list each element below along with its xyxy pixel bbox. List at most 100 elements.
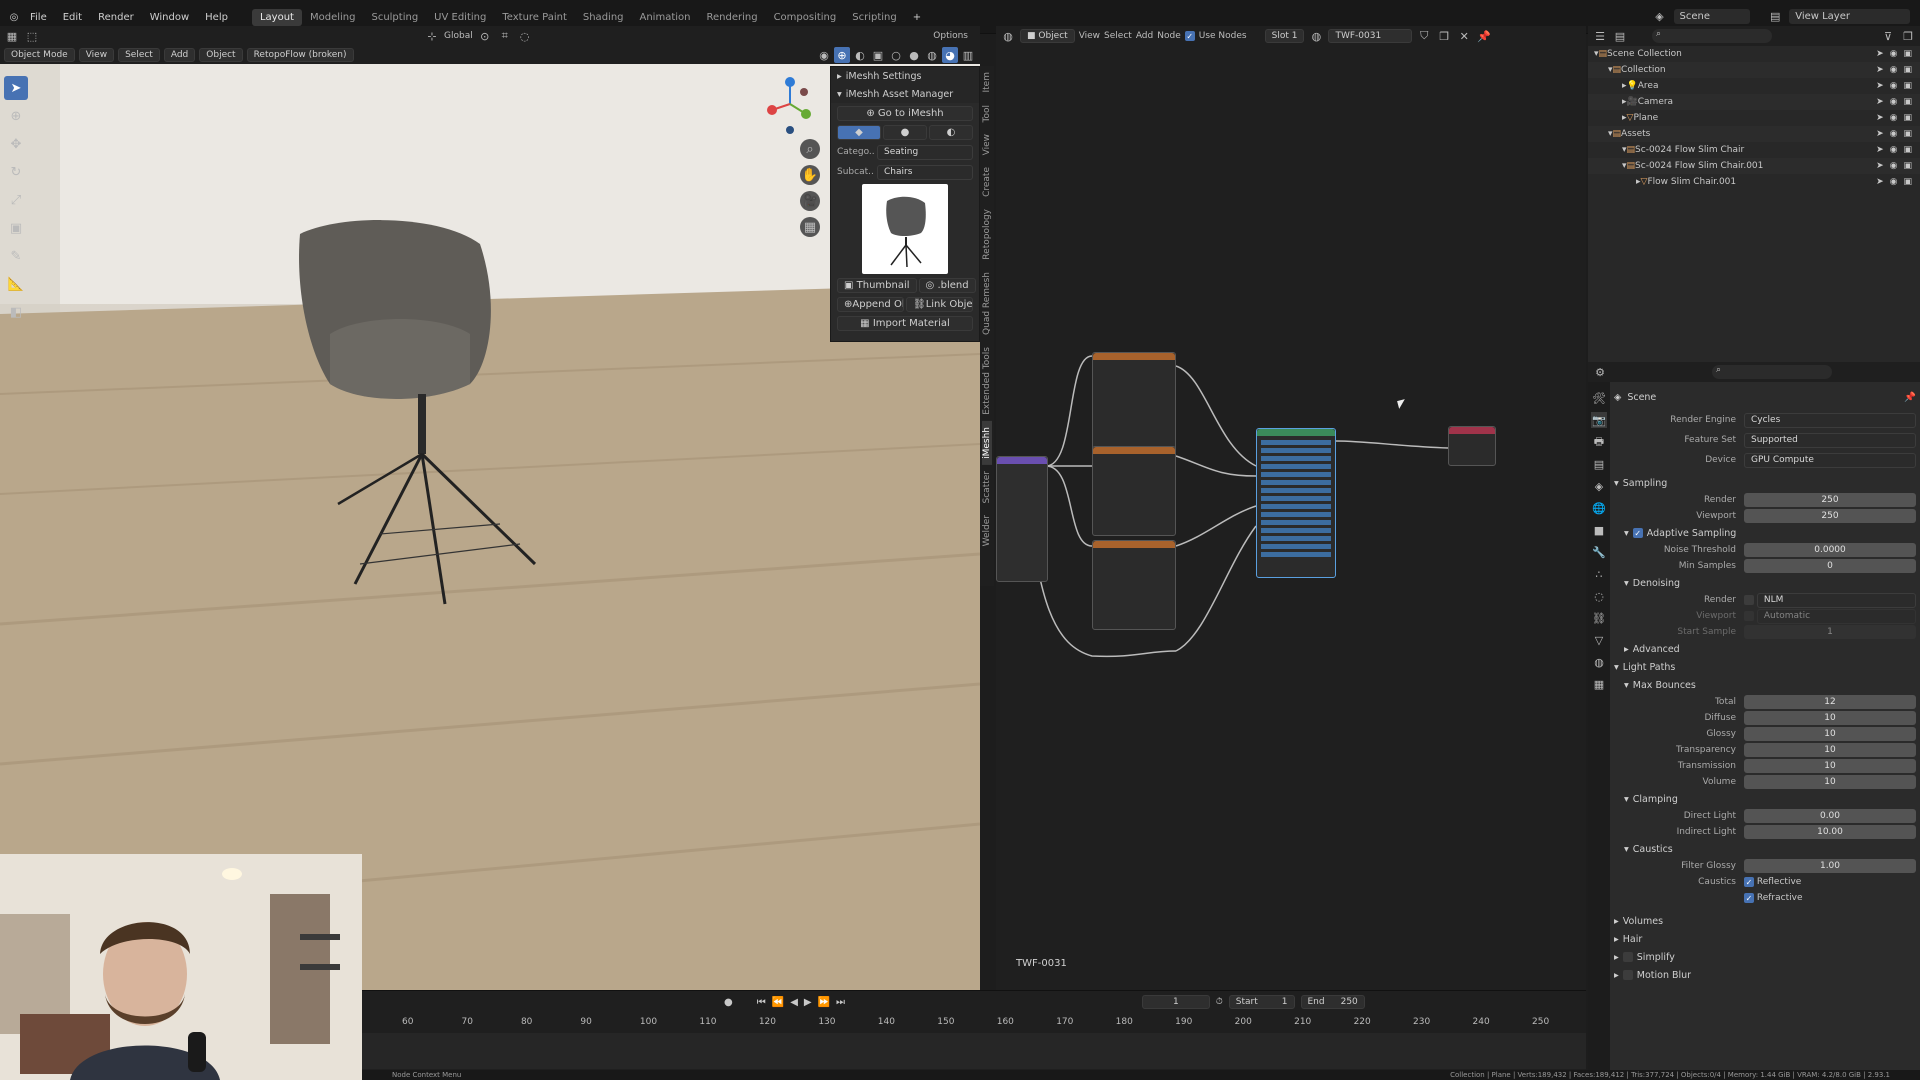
advanced-header[interactable]: ▸ Advanced (1614, 640, 1916, 658)
reflective-checkbox[interactable]: ✓ (1744, 877, 1754, 887)
sidebar-tab-extended-tools[interactable]: Extended Tools (982, 341, 992, 421)
select-box-icon[interactable]: ⬚ (24, 28, 40, 44)
node-menu[interactable]: Node (1157, 31, 1181, 41)
materials-tab-icon[interactable]: ● (883, 125, 927, 140)
link-object-button[interactable]: ⛓Link Object (906, 297, 973, 312)
sidebar-tab-create[interactable]: Create (982, 161, 992, 203)
view-layer-name[interactable]: View Layer (1789, 8, 1910, 24)
denoising-header[interactable]: ▾ Denoising (1614, 574, 1916, 592)
scene-tab-icon[interactable]: ◈ (1591, 478, 1607, 494)
adaptive-sampling-checkbox[interactable]: ✓ (1632, 528, 1643, 538)
options-dropdown[interactable]: Options (933, 31, 968, 41)
select-tool-icon[interactable]: ➤ (4, 76, 28, 100)
outliner-item[interactable]: ▾ ▤ Assets ➤ ◉ ▣ (1588, 126, 1920, 142)
eye-icon[interactable]: ◉ (1890, 145, 1898, 155)
shading-solid-icon[interactable]: ● (906, 47, 922, 63)
object-mode-dropdown[interactable]: Object Mode (4, 48, 75, 62)
min-samples-field[interactable]: 0 (1744, 559, 1916, 573)
menu-render[interactable]: Render (90, 12, 142, 23)
ortho-toggle-icon[interactable]: ▦ (800, 217, 820, 237)
select-icon[interactable]: ➤ (1876, 97, 1884, 107)
object-menu[interactable]: Object (199, 48, 243, 62)
sidebar-tab-tool[interactable]: Tool (982, 99, 992, 128)
texture-coordinate-node[interactable] (996, 456, 1048, 582)
render-icon[interactable]: ▣ (1903, 97, 1912, 107)
overlay-icon[interactable]: ◐ (852, 47, 868, 63)
outliner-item[interactable]: ▾ ▤ Scene Collection ➤ ◉ ▣ (1588, 46, 1920, 62)
world-tab-icon[interactable]: 🌐 (1591, 500, 1607, 516)
render-icon[interactable]: ▣ (1903, 145, 1912, 155)
sidebar-tab-scatter[interactable]: Scatter (982, 465, 992, 509)
object-tab-icon[interactable]: ■ (1591, 522, 1607, 538)
outliner-item[interactable]: ▾ ▤ Sc-0024 Flow Slim Chair ➤ ◉ ▣ (1588, 142, 1920, 158)
node-select-menu[interactable]: Select (1104, 31, 1132, 41)
clamping-header[interactable]: ▾ Clamping (1614, 790, 1916, 808)
select-icon[interactable]: ➤ (1876, 65, 1884, 75)
jump-end-icon[interactable]: ⏭ (836, 997, 845, 1008)
render-tab-icon[interactable]: 📷 (1591, 412, 1607, 428)
select-icon[interactable]: ➤ (1876, 49, 1884, 59)
workspace-tab-animation[interactable]: Animation (632, 9, 699, 26)
proportional-edit-icon[interactable]: ◌ (517, 28, 533, 44)
shading-material-icon[interactable]: ◍ (924, 47, 940, 63)
render-icon[interactable]: ▣ (1903, 49, 1912, 59)
transform-orientation-icon[interactable]: ⊹ (424, 28, 440, 44)
start-frame-field[interactable]: Start 1 (1228, 995, 1295, 1009)
eye-icon[interactable]: ◉ (1890, 177, 1898, 187)
render-icon[interactable]: ▣ (1903, 65, 1912, 75)
render-icon[interactable]: ▣ (1903, 113, 1912, 123)
denoise-viewport-dropdown[interactable]: Automatic (1756, 608, 1916, 624)
menu-window[interactable]: Window (142, 12, 197, 23)
workspace-tab-compositing[interactable]: Compositing (766, 9, 845, 26)
timeline-ruler[interactable]: 60 70 80 90 100 110 120 130 140 150 160 170 180 190 20… (362, 1013, 1586, 1033)
end-frame-field[interactable]: End 250 (1300, 995, 1365, 1009)
workspace-tab-modeling[interactable]: Modeling (302, 9, 364, 26)
record-icon[interactable]: ● (724, 997, 733, 1008)
annotate-tool-icon[interactable]: ✎ (4, 244, 28, 268)
image-texture-node-1[interactable] (1092, 352, 1176, 452)
sidebar-tab-quad-remesh[interactable]: Quad Remesh (982, 266, 992, 341)
denoise-render-checkbox[interactable] (1744, 595, 1754, 605)
light-paths-header[interactable]: ▾ Light Paths (1614, 658, 1916, 676)
jump-start-icon[interactable]: ⏮ (757, 997, 766, 1008)
output-tab-icon[interactable]: 🖶 (1591, 434, 1607, 450)
xray-icon[interactable]: ▣ (870, 47, 886, 63)
menu-file[interactable]: File (22, 12, 55, 23)
sampling-panel-header[interactable]: ▾ Sampling (1614, 474, 1916, 492)
simplify-checkbox[interactable] (1622, 952, 1633, 962)
workspace-tab-sculpting[interactable]: Sculpting (363, 9, 426, 26)
transform-orientation-dropdown[interactable]: Global (444, 31, 473, 41)
scene-selector[interactable]: ◈ Scene (1652, 8, 1750, 24)
outliner-item[interactable]: ▾ ▤ Sc-0024 Flow Slim Chair.001 ➤ ◉ ▣ (1588, 158, 1920, 174)
measure-tool-icon[interactable]: 📐 (4, 272, 28, 296)
snap-icon[interactable]: ⌗ (497, 28, 513, 44)
denoise-viewport-checkbox[interactable] (1744, 611, 1754, 621)
transform-tool-icon[interactable]: ▣ (4, 216, 28, 240)
add-workspace-icon[interactable]: + (905, 12, 929, 23)
caustics-header[interactable]: ▾ Caustics (1614, 840, 1916, 858)
view-menu[interactable]: View (78, 48, 115, 62)
render-samples-field[interactable]: 250 (1744, 493, 1916, 507)
select-icon[interactable]: ➤ (1876, 129, 1884, 139)
motion-blur-checkbox[interactable] (1622, 970, 1633, 980)
motion-blur-header[interactable]: ▸ Motion Blur (1614, 966, 1916, 984)
models-tab-icon[interactable]: ◆ (837, 125, 881, 140)
add-cube-tool-icon[interactable]: ◧ (4, 300, 28, 324)
select-icon[interactable]: ➤ (1876, 161, 1884, 171)
goto-imeshh-button[interactable]: ⊕ Go to iMeshh (837, 106, 973, 121)
pin-icon[interactable]: 📌 (1904, 392, 1916, 403)
add-menu[interactable]: Add (163, 48, 196, 62)
bounce-field[interactable]: 10 (1744, 775, 1916, 789)
shader-type-dropdown[interactable]: ■ Object (1020, 29, 1075, 43)
import-material-button[interactable]: ▦ Import Material (837, 316, 973, 331)
material-output-node[interactable] (1448, 426, 1496, 466)
asset-thumbnail[interactable] (862, 184, 948, 274)
camera-view-icon[interactable]: 🎥 (800, 191, 820, 211)
shading-rendered-icon[interactable]: ◕ (942, 47, 958, 63)
direct-light-field[interactable]: 0.00 (1744, 809, 1916, 823)
use-nodes-checkbox[interactable]: ✓ (1184, 31, 1195, 41)
hdri-tab-icon[interactable]: ◐ (929, 125, 973, 140)
outliner-search-input[interactable]: ⌕ (1652, 29, 1772, 43)
append-object-button[interactable]: ⊕Append Ob.. (837, 297, 904, 312)
eye-icon[interactable]: ◉ (1890, 161, 1898, 171)
